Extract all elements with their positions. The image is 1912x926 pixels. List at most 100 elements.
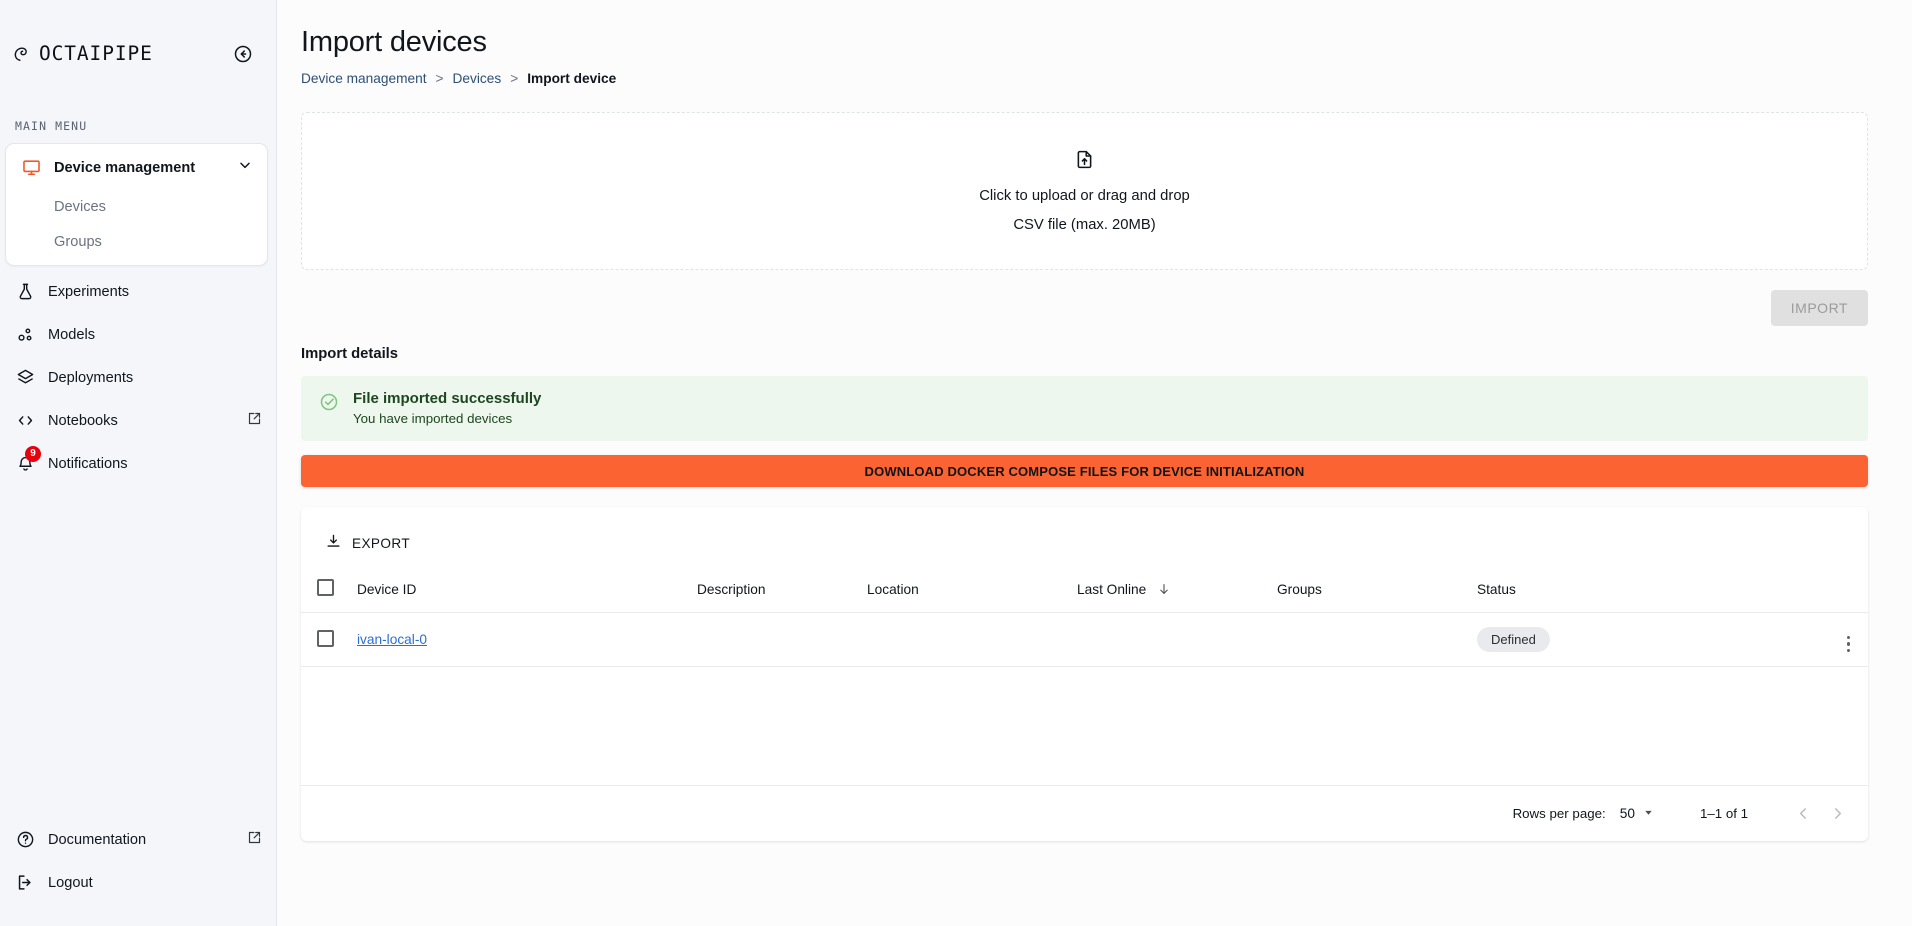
download-docker-compose-button[interactable]: DOWNLOAD DOCKER COMPOSE FILES FOR DEVICE… <box>301 455 1868 487</box>
code-brackets-icon <box>16 411 35 430</box>
sidebar-nav: Device management Devices Groups Experim… <box>0 143 276 485</box>
header-last-online-label: Last Online <box>1077 581 1147 597</box>
arrow-down-icon <box>1157 582 1171 597</box>
kebab-menu-icon[interactable] <box>1846 635 1850 652</box>
layers-icon <box>16 368 35 387</box>
sidebar: OCTAIPIPE MAIN MENU Device management De… <box>0 0 277 926</box>
main-content: Import devices Device management > Devic… <box>277 0 1912 926</box>
sidebar-subitem-label: Groups <box>54 233 102 250</box>
import-button-row: IMPORT <box>301 290 1868 326</box>
table-header-row: Device ID Description Location Last Onli… <box>301 569 1868 613</box>
sidebar-item-label: Deployments <box>48 369 134 386</box>
select-all-checkbox[interactable] <box>317 579 334 596</box>
sidebar-item-devices[interactable]: Devices <box>6 189 267 224</box>
header-device-id[interactable]: Device ID <box>357 569 697 613</box>
alert-text-block: File imported successfully You have impo… <box>353 390 541 426</box>
sidebar-item-label: Models <box>48 326 96 343</box>
import-details-title: Import details <box>301 346 399 362</box>
brand-logo[interactable]: OCTAIPIPE <box>12 42 153 65</box>
alert-title: File imported successfully <box>353 390 542 407</box>
rows-per-page-select[interactable]: 50 <box>1620 806 1654 821</box>
pagination-range: 1–1 of 1 <box>1699 806 1748 821</box>
notification-badge: 9 <box>25 446 41 462</box>
external-link-icon[interactable] <box>247 830 262 850</box>
chevron-down-icon <box>1643 806 1654 821</box>
breadcrumb-separator: > <box>510 71 519 86</box>
monitor-icon <box>22 158 41 177</box>
chevron-right-icon[interactable] <box>1820 797 1854 831</box>
sidebar-item-logout[interactable]: Logout <box>0 861 276 904</box>
table-head: Device ID Description Location Last Onli… <box>301 569 1868 613</box>
status-badge: Defined <box>1477 627 1550 652</box>
table-row[interactable]: ivan-local-0 Defined <box>301 612 1868 667</box>
sidebar-item-models[interactable]: Models <box>0 313 276 356</box>
alert-subtitle: You have imported devices <box>353 411 513 426</box>
sidebar-item-label: Documentation <box>48 831 147 848</box>
header-last-online[interactable]: Last Online <box>1077 569 1277 613</box>
sidebar-item-label: Experiments <box>48 283 130 300</box>
sidebar-group-device-management: Device management Devices Groups <box>5 143 268 266</box>
device-id-link[interactable]: ivan-local-0 <box>357 632 427 647</box>
sidebar-item-notifications[interactable]: 9 Notifications <box>0 442 276 485</box>
bell-icon: 9 <box>16 446 41 473</box>
breadcrumb-item-devices[interactable]: Devices <box>453 71 502 86</box>
row-checkbox[interactable] <box>317 629 334 647</box>
header-select-all <box>301 569 357 613</box>
cell-description <box>697 612 867 667</box>
octaipipe-logo-icon <box>12 44 32 64</box>
cell-device-id: ivan-local-0 <box>357 612 697 667</box>
app-root: OCTAIPIPE MAIN MENU Device management De… <box>0 0 1912 926</box>
sidebar-header: OCTAIPIPE <box>0 0 276 65</box>
chevron-down-icon[interactable] <box>237 157 253 178</box>
breadcrumb-item-current: Import device <box>527 71 617 86</box>
header-actions <box>1798 569 1868 613</box>
cell-actions <box>1798 612 1868 667</box>
import-button[interactable]: IMPORT <box>1770 290 1868 326</box>
sidebar-item-deployments[interactable]: Deployments <box>0 356 276 399</box>
cell-last-online <box>1077 612 1277 667</box>
table-pagination: Rows per page: 50 1–1 of 1 <box>301 785 1868 841</box>
breadcrumb: Device management > Devices > Import dev… <box>301 71 1868 86</box>
download-icon <box>325 533 342 553</box>
sidebar-item-label: Notifications <box>48 455 128 472</box>
chevron-left-icon[interactable] <box>1786 797 1820 831</box>
export-button[interactable]: EXPORT <box>317 527 418 559</box>
breadcrumb-separator: > <box>435 71 444 86</box>
logout-icon <box>16 873 35 892</box>
flask-icon <box>16 282 35 301</box>
external-link-icon[interactable] <box>247 411 262 431</box>
sidebar-subitem-label: Devices <box>54 198 106 215</box>
circle-arrow-left-icon[interactable] <box>232 43 254 65</box>
sidebar-item-documentation[interactable]: Documentation <box>0 818 276 861</box>
success-alert: File imported successfully You have impo… <box>301 376 1868 441</box>
header-description[interactable]: Description <box>697 569 867 613</box>
dropzone-primary-text: Click to upload or drag and drop <box>979 188 1190 204</box>
sidebar-item-notebooks[interactable]: Notebooks <box>0 399 276 442</box>
devices-table: Device ID Description Location Last Onli… <box>301 569 1868 667</box>
breadcrumb-item-device-management[interactable]: Device management <box>301 71 427 86</box>
table-toolbar: EXPORT <box>301 517 1868 569</box>
help-circle-icon <box>16 830 35 849</box>
models-nodes-icon <box>16 325 35 344</box>
sidebar-item-experiments[interactable]: Experiments <box>0 270 276 313</box>
sidebar-item-groups[interactable]: Groups <box>6 224 267 259</box>
dropzone-secondary-text: CSV file (max. 20MB) <box>1013 217 1156 233</box>
sidebar-item-label: Logout <box>48 874 93 891</box>
cell-status: Defined <box>1477 612 1798 667</box>
table-body: ivan-local-0 Defined <box>301 612 1868 667</box>
export-button-label: EXPORT <box>352 535 411 551</box>
row-select-cell <box>301 612 357 667</box>
cell-groups <box>1277 612 1477 667</box>
header-groups[interactable]: Groups <box>1277 569 1477 613</box>
sidebar-item-device-management[interactable]: Device management <box>6 146 267 189</box>
header-location[interactable]: Location <box>867 569 1077 613</box>
sidebar-main-items: Experiments Models Deployments Notebooks… <box>0 270 276 485</box>
sidebar-item-label: Notebooks <box>48 412 118 429</box>
cell-location <box>867 612 1077 667</box>
header-status[interactable]: Status <box>1477 569 1798 613</box>
page-title: Import devices <box>301 26 487 58</box>
file-dropzone[interactable]: Click to upload or drag and drop CSV fil… <box>301 112 1868 270</box>
rows-per-page-label: Rows per page: <box>1512 806 1606 821</box>
check-circle-icon <box>319 392 339 417</box>
sidebar-section-label: MAIN MENU <box>15 119 88 133</box>
